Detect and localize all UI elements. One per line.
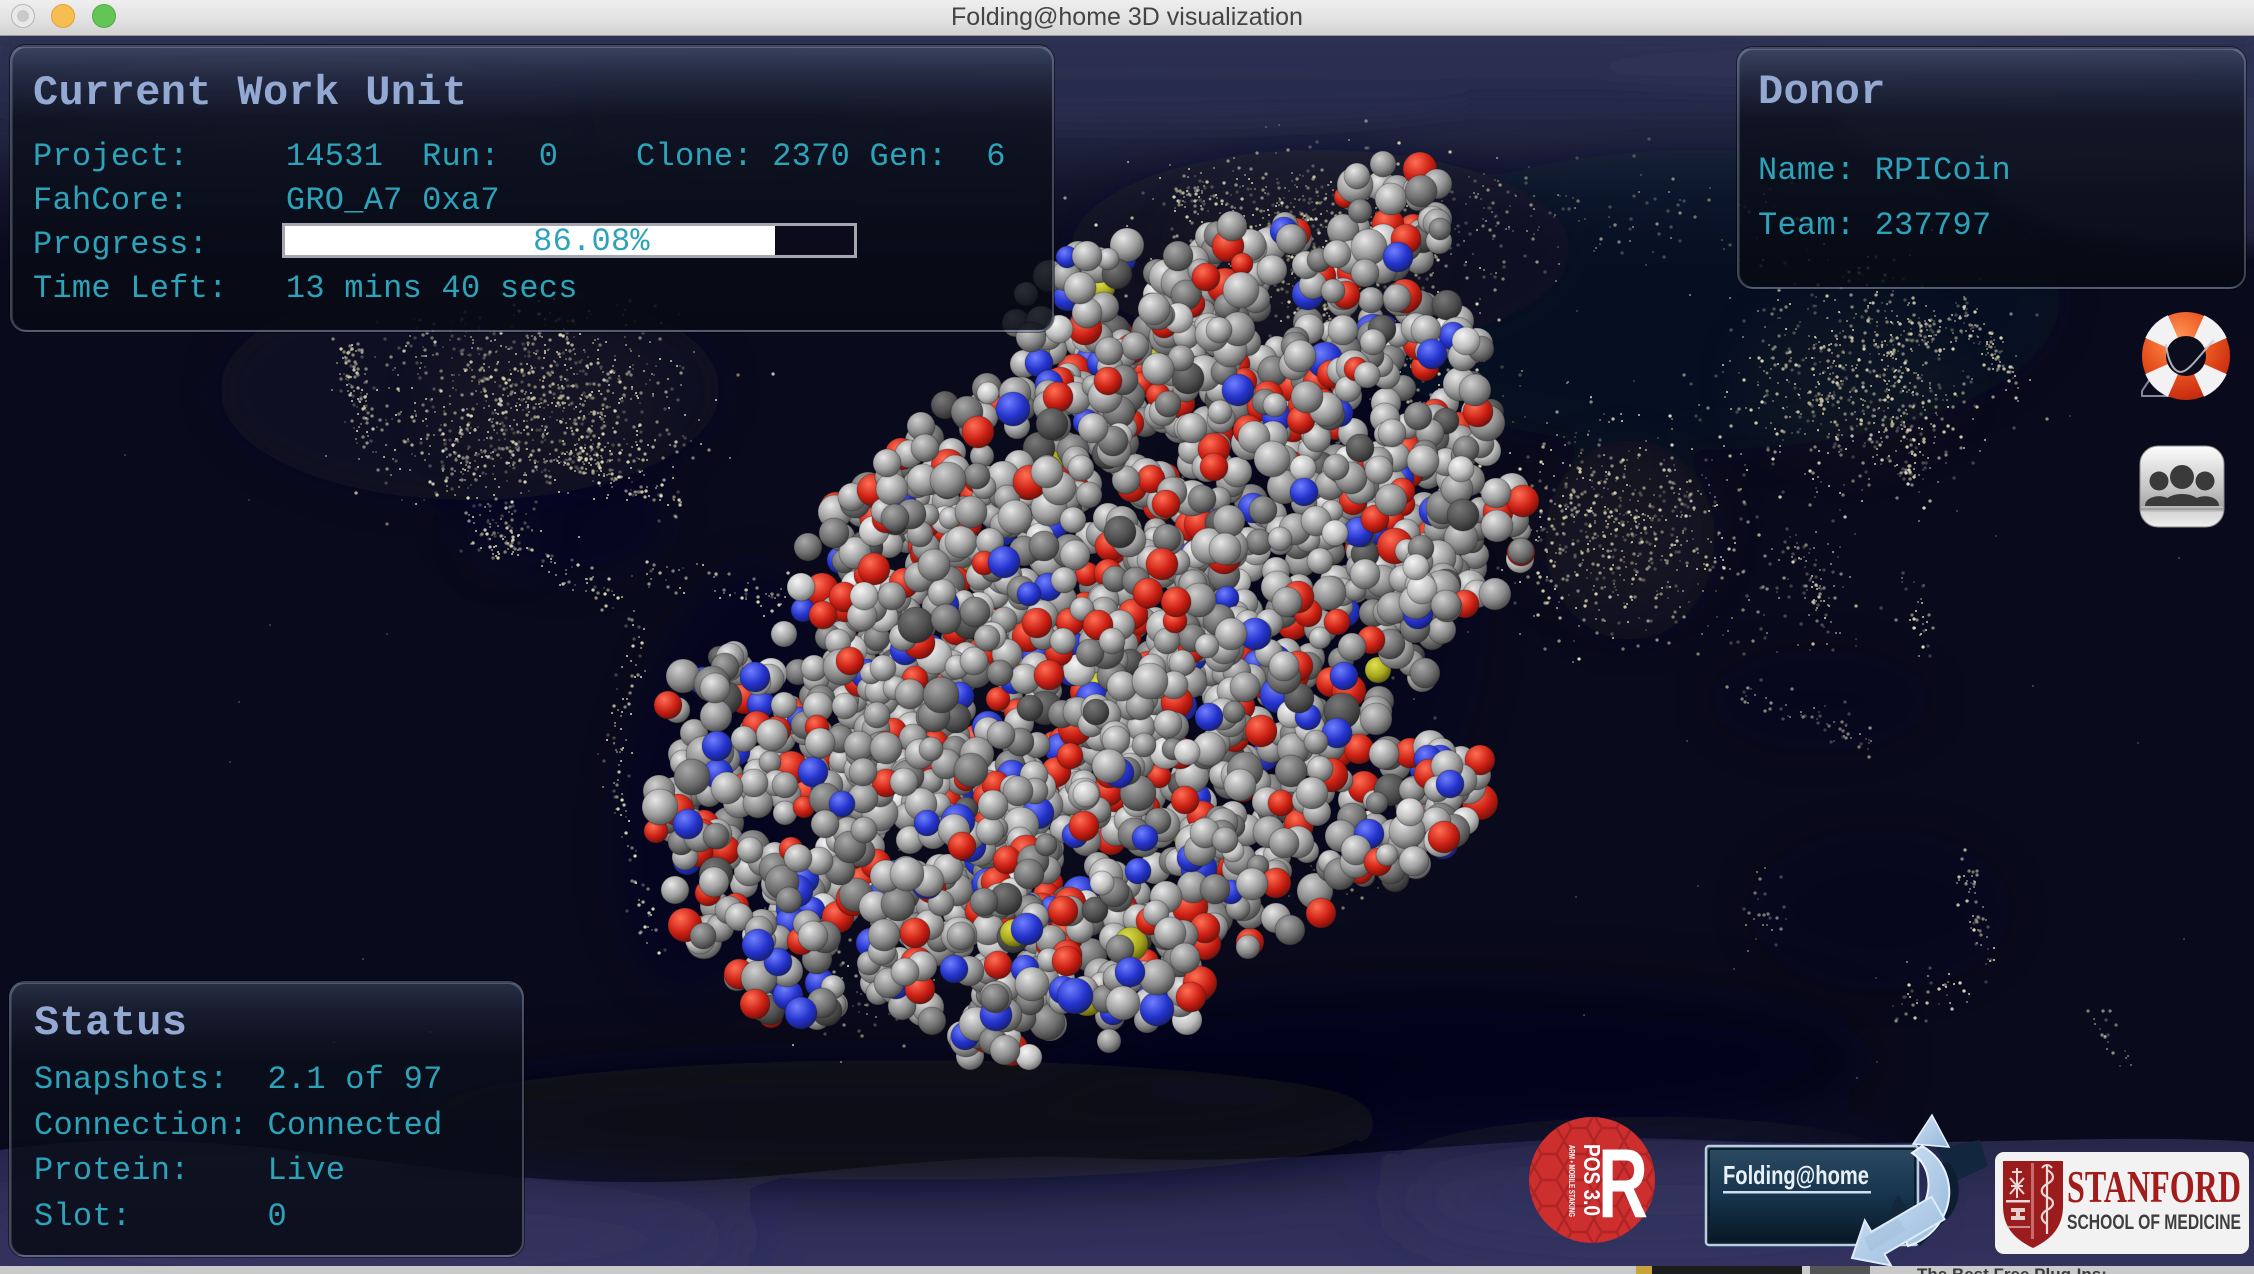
svg-text:STANFORD: STANFORD [2067, 1162, 2241, 1212]
svg-text:ARM • MOBILE STAKING: ARM • MOBILE STAKING [1567, 1145, 1577, 1217]
svg-text:Folding@home: Folding@home [1723, 1160, 1869, 1190]
svg-text:POS 3.0: POS 3.0 [1579, 1144, 1605, 1216]
svg-text:SCHOOL OF MEDICINE: SCHOOL OF MEDICINE [2067, 1211, 2241, 1234]
